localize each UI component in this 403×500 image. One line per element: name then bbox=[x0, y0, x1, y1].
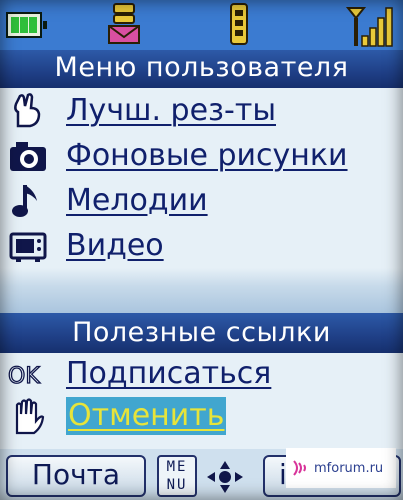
menu-item-wallpapers[interactable]: Фоновые рисунки bbox=[0, 133, 403, 178]
menu-item-subscribe[interactable]: OK Подписаться bbox=[0, 353, 403, 395]
signal-icon bbox=[345, 7, 393, 47]
menu-key-top: ME bbox=[166, 459, 188, 475]
ok-icon: OK bbox=[0, 354, 56, 394]
user-menu-list: Лучш. рез-ты Фоновые рисунки Мелодии Вид… bbox=[0, 88, 403, 268]
signal-waves-icon bbox=[293, 460, 306, 476]
menu-key[interactable]: ME NU bbox=[157, 455, 197, 497]
menu-item-label[interactable]: Мелодии bbox=[66, 182, 208, 220]
svg-text:OK: OK bbox=[8, 364, 40, 389]
status-bar bbox=[0, 0, 403, 50]
user-menu-title: Меню пользователя bbox=[0, 50, 403, 88]
video-icon bbox=[0, 226, 56, 266]
menu-key-bottom: NU bbox=[166, 477, 188, 493]
useful-links-list: OK Подписаться Отменить bbox=[0, 353, 403, 449]
menu-item-label[interactable]: Фоновые рисунки bbox=[66, 137, 348, 175]
camera-icon bbox=[0, 136, 56, 176]
menu-item-label[interactable]: Отменить bbox=[66, 397, 227, 435]
menu-item-melodies[interactable]: Мелодии bbox=[0, 178, 403, 223]
message-icon bbox=[108, 3, 140, 44]
mail-softkey[interactable]: Почта bbox=[6, 455, 146, 497]
watermark-text: mforum.ru bbox=[314, 460, 384, 476]
menu-item-label[interactable]: Лучш. рез-ты bbox=[66, 92, 276, 130]
dpad-icon[interactable] bbox=[205, 459, 245, 495]
music-note-icon bbox=[0, 181, 56, 221]
separator bbox=[0, 268, 403, 313]
menu-item-label[interactable]: Подписаться bbox=[66, 355, 271, 393]
phone-screen: Меню пользователя Лучш. рез-ты Фоновые р… bbox=[0, 0, 403, 500]
memory-icon bbox=[230, 3, 248, 45]
menu-item-video[interactable]: Видео bbox=[0, 223, 403, 268]
menu-item-label[interactable]: Видео bbox=[66, 227, 164, 265]
useful-links-title: Полезные ссылки bbox=[0, 313, 403, 353]
battery-icon bbox=[6, 12, 47, 38]
menu-item-best-results[interactable]: Лучш. рез-ты bbox=[0, 88, 403, 133]
trophy-icon bbox=[0, 91, 56, 131]
watermark: mforum.ru bbox=[286, 448, 396, 488]
hand-icon bbox=[0, 396, 56, 436]
menu-item-cancel[interactable]: Отменить bbox=[0, 395, 403, 437]
